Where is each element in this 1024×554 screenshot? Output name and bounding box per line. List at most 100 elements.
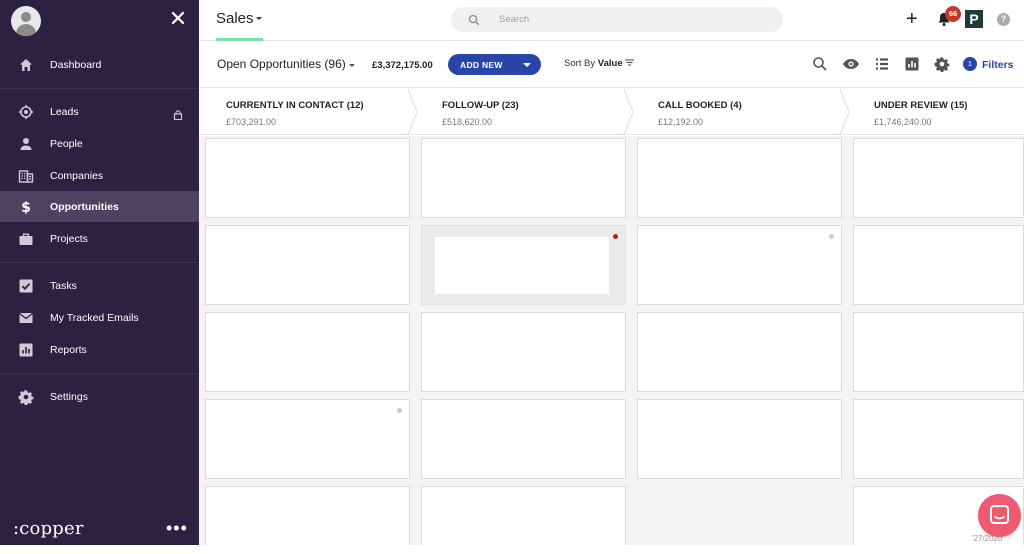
search-placeholder: Search: [499, 14, 530, 25]
opportunity-card[interactable]: [637, 138, 842, 218]
card-drag-preview: [435, 237, 609, 294]
opportunity-card[interactable]: [853, 399, 1024, 479]
chat-icon: [990, 505, 1009, 524]
opportunity-card[interactable]: [421, 486, 626, 545]
chevron-down-icon[interactable]: [523, 63, 531, 67]
stage-value: £518,620.00: [442, 117, 493, 127]
opportunity-card[interactable]: [637, 312, 842, 392]
sidebar-item-label: My Tracked Emails: [50, 311, 139, 324]
notification-count-badge: 66: [945, 6, 961, 22]
copper-logo: :copper: [13, 518, 84, 539]
sidebar-item-opportunities[interactable]: $ Opportunities: [0, 191, 199, 222]
eye-icon[interactable]: [842, 56, 859, 72]
opportunity-card[interactable]: [205, 486, 410, 545]
opportunity-card[interactable]: [421, 399, 626, 479]
search-icon[interactable]: [812, 56, 828, 72]
sidebar-item-companies[interactable]: Companies: [0, 160, 199, 191]
chevron-down-icon[interactable]: [349, 64, 355, 67]
target-icon: [18, 104, 34, 120]
sidebar-item-tracked-emails[interactable]: My Tracked Emails: [0, 302, 199, 333]
opportunity-card[interactable]: [853, 225, 1024, 305]
stage-name: FOLLOW-UP (23): [442, 100, 519, 111]
bar-chart-icon[interactable]: [904, 56, 920, 72]
bottom-strip: [0, 545, 1024, 554]
add-new-label: ADD NEW: [460, 60, 503, 70]
sidebar-item-reports[interactable]: Reports: [0, 334, 199, 365]
sidebar-item-label: Leads: [50, 105, 79, 118]
stage-under-review[interactable]: UNDER REVIEW (15) £1,746,240.00: [847, 89, 1024, 135]
opportunity-card-dragging[interactable]: [421, 225, 626, 305]
gear-icon: [18, 389, 34, 405]
stage-call-booked[interactable]: CALL BOOKED (4) £12,192.00: [631, 89, 847, 135]
bar-chart-icon: [18, 342, 34, 358]
opportunity-card[interactable]: [205, 399, 410, 479]
search-icon: [468, 13, 480, 31]
stage-currently-in-contact[interactable]: CURRENTLY IN CONTACT (12) £703,291.00: [199, 89, 415, 135]
gear-icon[interactable]: [934, 56, 950, 73]
search-input[interactable]: Search: [451, 7, 783, 32]
sidebar-item-label: Reports: [50, 343, 87, 356]
sidebar-item-label: Dashboard: [50, 58, 102, 71]
sort-prefix: Sort By: [564, 58, 596, 69]
top-bar: Sales Search + 66 P ?: [199, 0, 1024, 41]
mail-icon: [18, 310, 34, 326]
sidebar-item-label: Settings: [50, 390, 88, 403]
lock-icon: [173, 107, 183, 120]
opportunity-card[interactable]: [421, 138, 626, 218]
sidebar-item-tasks[interactable]: Tasks: [0, 270, 199, 301]
checkbox-icon: [18, 278, 34, 294]
stage-follow-up[interactable]: FOLLOW-UP (23) £518,620.00: [415, 89, 631, 135]
pipeline-view-selector[interactable]: Open Opportunities (96): [217, 57, 346, 71]
chat-support-button[interactable]: [978, 494, 1021, 537]
sidebar-divider: [0, 262, 199, 263]
stage-value: £703,291.00: [226, 117, 277, 127]
chevron-down-icon[interactable]: [256, 17, 262, 20]
sort-value: Value: [597, 58, 623, 69]
person-icon: [18, 136, 34, 152]
active-tab-indicator: [216, 38, 263, 41]
sidebar: ✕ Dashboard Leads People Companies $ Opp…: [0, 0, 199, 545]
sidebar-item-label: Tasks: [50, 279, 77, 292]
more-options-button[interactable]: •••: [166, 518, 188, 539]
sidebar-divider: [0, 88, 199, 89]
opportunity-card[interactable]: [205, 225, 410, 305]
close-sidebar-button[interactable]: ✕: [168, 8, 188, 30]
sidebar-item-people[interactable]: People: [0, 128, 199, 159]
sidebar-item-dashboard[interactable]: Dashboard: [0, 49, 199, 80]
sidebar-item-leads[interactable]: Leads: [0, 96, 199, 127]
opportunity-card[interactable]: [853, 312, 1024, 392]
app-switcher-logo[interactable]: P: [965, 10, 983, 28]
opportunity-card[interactable]: [637, 399, 842, 479]
opportunity-card[interactable]: [205, 312, 410, 392]
pipeline-stages-header: CURRENTLY IN CONTACT (12) £703,291.00 FO…: [199, 89, 1024, 135]
pipeline-title[interactable]: Sales: [216, 10, 254, 27]
dollar-icon: $: [18, 199, 34, 215]
sort-lines-icon: [625, 58, 635, 69]
sidebar-item-settings[interactable]: Settings: [0, 381, 199, 412]
filters-count-badge: 1: [963, 57, 977, 71]
opportunity-card[interactable]: [421, 312, 626, 392]
opportunity-card[interactable]: [205, 138, 410, 218]
status-dot: [829, 234, 834, 239]
svg-text:$: $: [21, 200, 31, 215]
stage-name: UNDER REVIEW (15): [874, 100, 968, 111]
stage-name: CURRENTLY IN CONTACT (12): [226, 100, 364, 111]
filters-button[interactable]: Filters: [982, 59, 1014, 71]
pipeline-board: [199, 136, 1024, 545]
status-dot: [397, 408, 402, 413]
add-icon[interactable]: +: [906, 8, 918, 30]
status-dot: [613, 234, 618, 239]
stage-value: £1,746,240.00: [874, 117, 932, 127]
help-icon[interactable]: ?: [997, 13, 1010, 26]
sort-by-control[interactable]: Sort By Value: [564, 58, 635, 69]
opportunity-card[interactable]: [637, 225, 842, 305]
pipeline-total-value: £3,372,175.00: [372, 60, 433, 71]
user-avatar[interactable]: [11, 6, 41, 36]
list-view-icon[interactable]: [874, 56, 890, 72]
add-new-button[interactable]: ADD NEW: [448, 54, 541, 75]
briefcase-icon: [18, 231, 34, 247]
sidebar-divider: [0, 373, 199, 374]
opportunity-card[interactable]: [853, 138, 1024, 218]
building-icon: [18, 168, 34, 184]
sidebar-item-projects[interactable]: Projects: [0, 223, 199, 254]
